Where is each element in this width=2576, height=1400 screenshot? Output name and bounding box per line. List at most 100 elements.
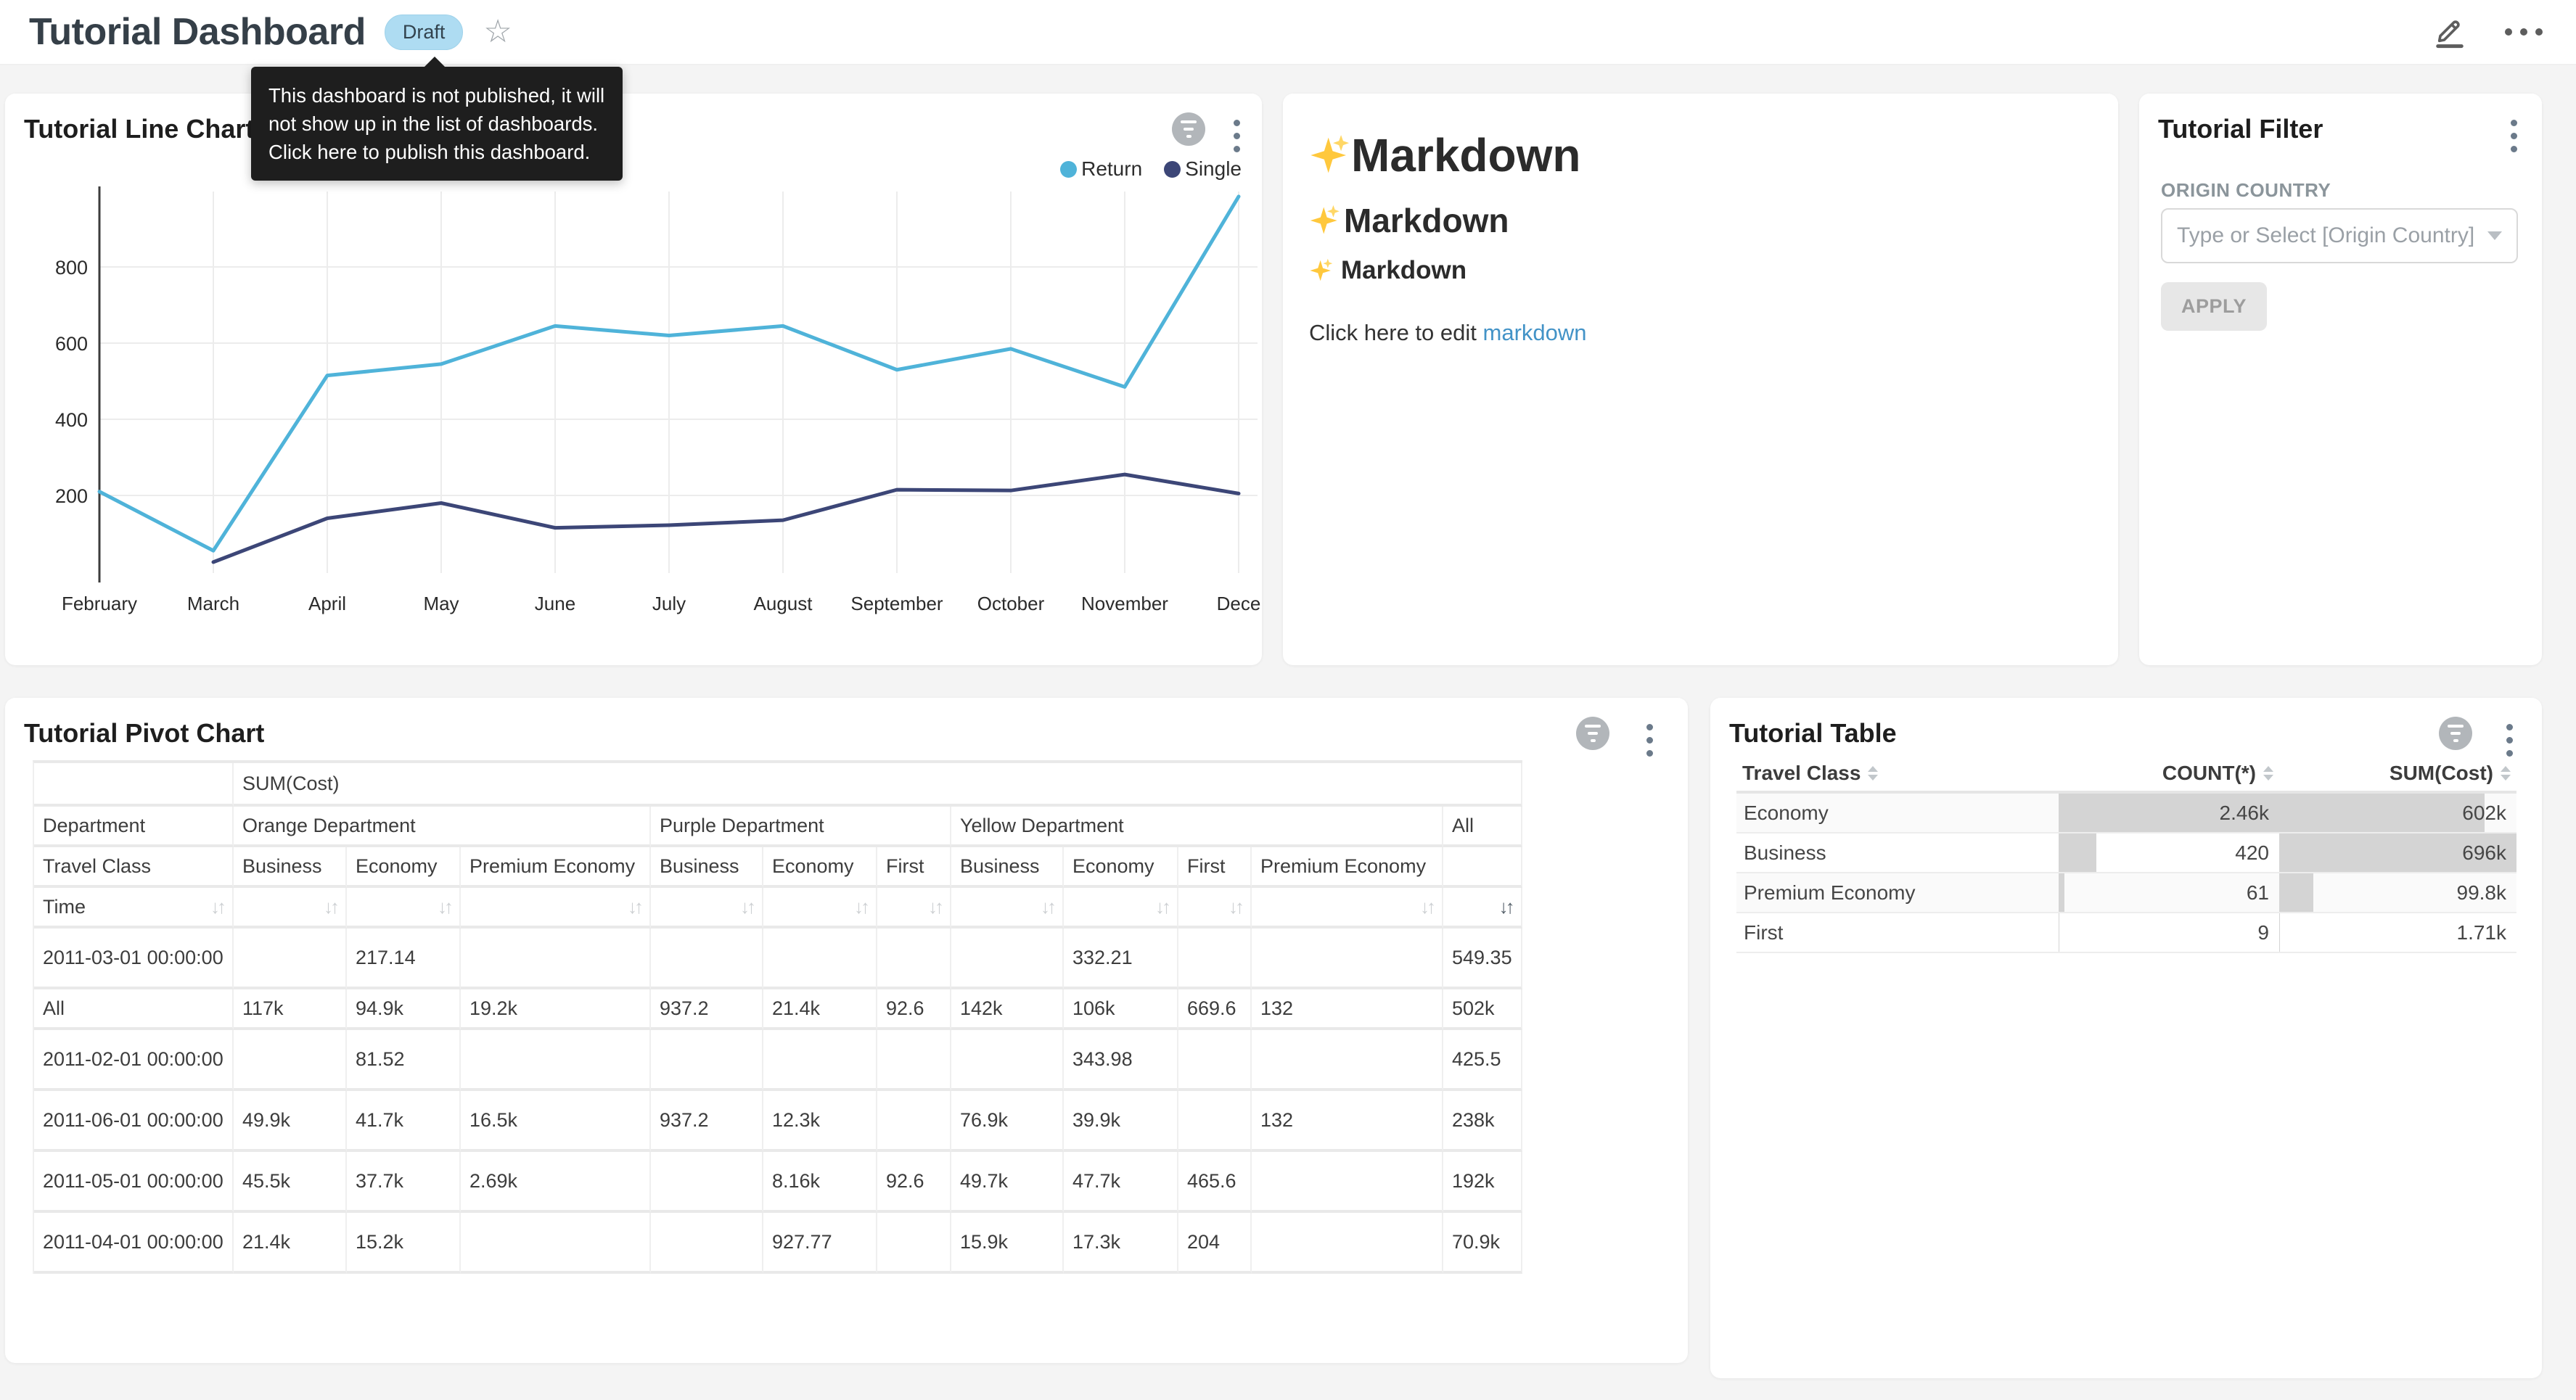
x-axis-tick: June bbox=[535, 593, 575, 614]
pivot-value-cell: 21.4k bbox=[763, 989, 877, 1030]
pivot-value-cell: 937.2 bbox=[651, 989, 763, 1030]
cell-travel-class: Economy bbox=[1736, 794, 2059, 832]
sort-icon bbox=[2263, 766, 2273, 781]
pivot-value-cell: 92.6 bbox=[877, 989, 951, 1030]
table-header-count[interactable]: COUNT(*) bbox=[2059, 762, 2279, 785]
sort-icon[interactable]: ↓↑ bbox=[928, 894, 941, 920]
pivot-value-cell: 332.21 bbox=[1064, 928, 1178, 989]
x-axis-tick: Dece bbox=[1217, 593, 1261, 614]
sort-icon[interactable]: ↓↑ bbox=[1420, 894, 1433, 920]
pivot-sort-cell: ↓↑ bbox=[877, 888, 951, 928]
pivot-column-header: Business bbox=[651, 847, 763, 888]
proportion-bar bbox=[2279, 913, 2280, 952]
cell-count: 9 bbox=[2059, 913, 2279, 952]
pivot-value-cell: 17.3k bbox=[1064, 1213, 1178, 1274]
edit-dashboard-button[interactable] bbox=[2431, 12, 2469, 53]
pivot-value-cell: 19.2k bbox=[461, 989, 651, 1030]
pivot-row: All117k94.9k19.2k937.221.4k92.6142k106k6… bbox=[34, 989, 1522, 1030]
pivot-value-cell bbox=[1178, 1030, 1252, 1091]
cell-sum-cost: 696k bbox=[2279, 833, 2516, 872]
apply-button[interactable]: APPLY bbox=[2161, 282, 2267, 331]
pivot-column-header: Economy bbox=[1064, 847, 1178, 888]
pivot-column-header: First bbox=[1178, 847, 1252, 888]
sort-icon[interactable]: ↓↑ bbox=[854, 894, 867, 920]
pivot-value-cell bbox=[763, 1030, 877, 1091]
pivot-row-label: All bbox=[34, 989, 234, 1030]
pivot-value-cell bbox=[1252, 1213, 1443, 1274]
pivot-value-cell: 132 bbox=[1252, 1091, 1443, 1152]
pivot-sort-cell: ↓↑ bbox=[1252, 888, 1443, 928]
x-axis-tick: February bbox=[62, 593, 137, 614]
markdown-h1: Markdown bbox=[1309, 128, 1580, 182]
app-header: Tutorial Dashboard Draft ☆ bbox=[0, 0, 2576, 65]
pivot-value-cell: 238k bbox=[1443, 1091, 1522, 1152]
sparkles-icon bbox=[1309, 205, 1341, 236]
pivot-value-cell bbox=[877, 1213, 951, 1274]
sort-icon[interactable]: ↓↑ bbox=[210, 894, 223, 920]
sort-icon[interactable]: ↓↑ bbox=[740, 894, 753, 920]
pivot-value-cell bbox=[651, 928, 763, 989]
pivot-value-cell: 106k bbox=[1064, 989, 1178, 1030]
cell-count: 420 bbox=[2059, 833, 2279, 872]
favorite-star-icon[interactable]: ☆ bbox=[483, 16, 512, 48]
filter-indicator-icon[interactable] bbox=[2439, 717, 2472, 750]
pivot-value-cell: 41.7k bbox=[347, 1091, 461, 1152]
pivot-value-cell bbox=[763, 928, 877, 989]
pivot-value-cell bbox=[234, 928, 347, 989]
table-header-row: Travel Class COUNT(*) SUM(Cost) bbox=[1736, 756, 2516, 794]
proportion-bar bbox=[2279, 873, 2313, 912]
pivot-value-cell: 937.2 bbox=[651, 1091, 763, 1152]
pivot-sort-cell: ↓↑ bbox=[1064, 888, 1178, 928]
sort-icon[interactable]: ↓↑ bbox=[1041, 894, 1054, 920]
table-header-sum-cost[interactable]: SUM(Cost) bbox=[2279, 762, 2516, 785]
pivot-value-cell bbox=[651, 1030, 763, 1091]
markdown-edit-link[interactable]: markdown bbox=[1483, 320, 1587, 345]
filter-kebab-menu-icon[interactable] bbox=[2508, 117, 2520, 155]
cell-sum-cost: 99.8k bbox=[2279, 873, 2516, 912]
pivot-value-cell: 49.7k bbox=[951, 1152, 1064, 1213]
pivot-value-cell bbox=[877, 1091, 951, 1152]
pivot-value-cell: 70.9k bbox=[1443, 1213, 1522, 1274]
dashboard-title: Tutorial Dashboard bbox=[29, 10, 366, 54]
legend-item-single[interactable]: Single bbox=[1164, 157, 1242, 181]
cell-sum-cost: 1.71k bbox=[2279, 913, 2516, 952]
sort-icon[interactable]: ↓↑ bbox=[438, 894, 451, 920]
draft-badge[interactable]: Draft bbox=[385, 15, 464, 50]
table-row: Economy2.46k602k bbox=[1736, 794, 2516, 833]
y-axis-tick: 200 bbox=[55, 485, 88, 507]
pivot-sort-cell: ↓↑ bbox=[951, 888, 1064, 928]
sort-icon[interactable]: ↓↑ bbox=[1499, 894, 1512, 920]
pivot-row: 2011-05-01 00:00:0045.5k37.7k2.69k8.16k9… bbox=[34, 1152, 1522, 1213]
pivot-kebab-menu-icon[interactable] bbox=[1644, 721, 1656, 759]
line-chart-card: Tutorial Line Chart 200400600800February… bbox=[5, 94, 1262, 665]
markdown-h2: Markdown bbox=[1309, 201, 1509, 240]
sort-icon[interactable]: ↓↑ bbox=[628, 894, 641, 920]
sparkles-icon bbox=[1309, 258, 1334, 283]
cell-count: 2.46k bbox=[2059, 794, 2279, 832]
pivot-travel-class-label: Travel Class bbox=[34, 847, 234, 888]
cell-travel-class: Premium Economy bbox=[1736, 873, 2059, 912]
pivot-value-cell: 142k bbox=[951, 989, 1064, 1030]
origin-country-label: ORIGIN COUNTRY bbox=[2161, 179, 2331, 202]
origin-country-select[interactable]: Type or Select [Origin Country] bbox=[2161, 208, 2518, 263]
y-axis-tick: 800 bbox=[55, 257, 88, 279]
pivot-value-cell: 465.6 bbox=[1178, 1152, 1252, 1213]
pivot-value-cell bbox=[1252, 928, 1443, 989]
cell-sum-cost: 602k bbox=[2279, 794, 2516, 832]
sort-icon[interactable]: ↓↑ bbox=[1155, 894, 1168, 920]
more-actions-icon[interactable] bbox=[2501, 24, 2547, 40]
proportion-bar bbox=[2279, 794, 2485, 832]
legend-item-return[interactable]: Return bbox=[1060, 157, 1142, 181]
sort-icon[interactable]: ↓↑ bbox=[1228, 894, 1242, 920]
table-kebab-menu-icon[interactable] bbox=[2503, 721, 2516, 759]
pivot-value-cell: 39.9k bbox=[1064, 1091, 1178, 1152]
pivot-column-header bbox=[1443, 847, 1522, 888]
pivot-chart-card: Tutorial Pivot Chart SUM(Cost)Department… bbox=[5, 698, 1688, 1363]
sort-icon[interactable]: ↓↑ bbox=[324, 894, 337, 920]
pivot-value-cell: 92.6 bbox=[877, 1152, 951, 1213]
table-header-travel-class[interactable]: Travel Class bbox=[1736, 762, 2059, 785]
chevron-down-icon bbox=[2487, 231, 2502, 240]
pivot-sort-cell: ↓↑ bbox=[1443, 888, 1522, 928]
pivot-row-label: 2011-05-01 00:00:00 bbox=[34, 1152, 234, 1213]
filter-indicator-icon[interactable] bbox=[1576, 717, 1609, 750]
